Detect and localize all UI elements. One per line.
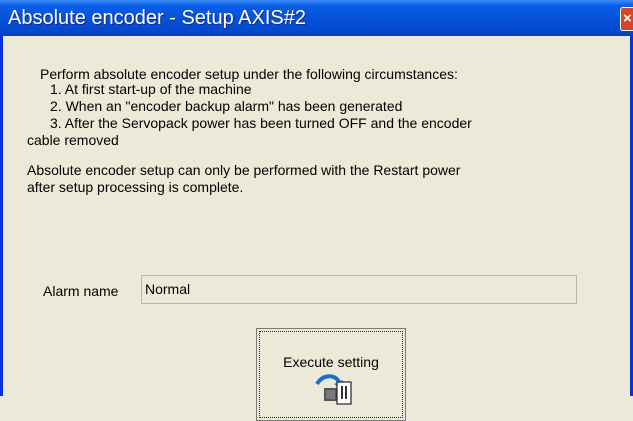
instruction-item-3-cont: cable removed bbox=[27, 132, 119, 148]
close-icon: × bbox=[623, 10, 632, 27]
setup-dialog: Absolute encoder - Setup AXIS#2 × Perfor… bbox=[0, 0, 633, 421]
alarm-name-label: Alarm name bbox=[43, 283, 119, 299]
encoder-setup-icon bbox=[315, 374, 352, 405]
dialog-content: Perform absolute encoder setup under the… bbox=[3, 36, 630, 421]
setup-note-line-2: after setup processing is complete. bbox=[27, 179, 244, 195]
setup-note-line-1: Absolute encoder setup can only be perfo… bbox=[27, 162, 461, 178]
window-title: Absolute encoder - Setup AXIS#2 bbox=[8, 7, 306, 29]
alarm-name-field: Normal bbox=[141, 275, 577, 304]
execute-setting-label: Execute setting bbox=[283, 354, 379, 370]
instruction-item-1: 1. At first start-up of the machine bbox=[50, 81, 252, 97]
execute-setting-button[interactable]: Execute setting bbox=[256, 328, 406, 421]
instruction-item-2: 2. When an "encoder backup alarm" has be… bbox=[50, 98, 403, 114]
title-bar[interactable]: Absolute encoder - Setup AXIS#2 bbox=[0, 0, 633, 36]
close-button[interactable]: × bbox=[620, 7, 633, 31]
instructions-intro: Perform absolute encoder setup under the… bbox=[40, 66, 458, 82]
instruction-item-3: 3. After the Servopack power has been tu… bbox=[50, 115, 472, 131]
